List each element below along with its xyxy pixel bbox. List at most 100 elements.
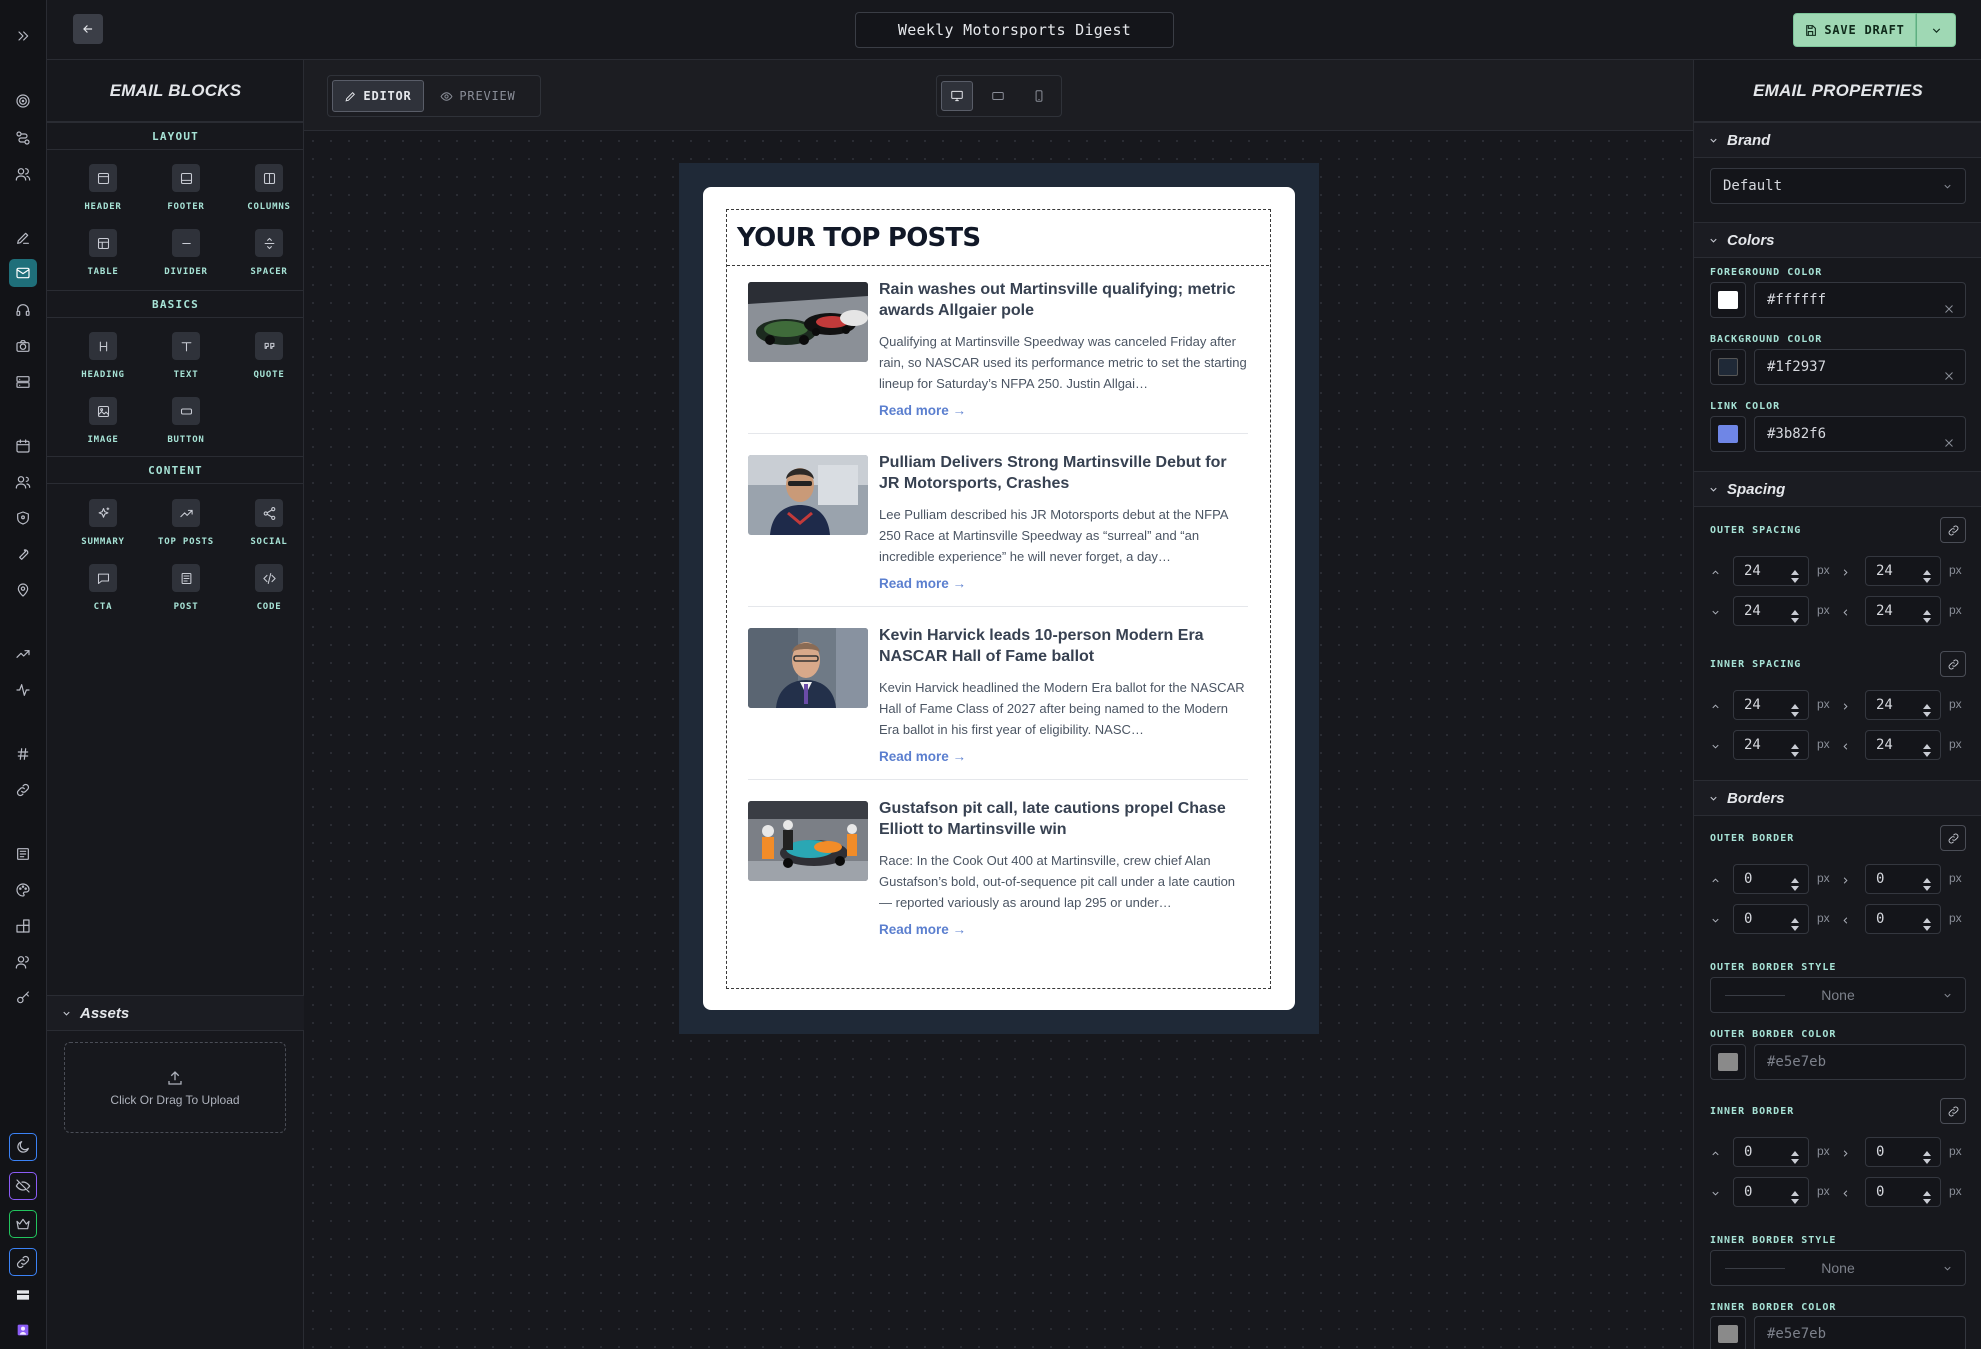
- outer-spacing-right[interactable]: 24: [1865, 556, 1941, 586]
- chain-icon[interactable]: [9, 1248, 37, 1276]
- back-button[interactable]: [73, 14, 103, 44]
- outer-border-color-input[interactable]: #e5e7eb: [1754, 1044, 1966, 1080]
- post-title[interactable]: Gustafson pit call, late cautions propel…: [879, 798, 1244, 840]
- block-post[interactable]: POST: [151, 564, 221, 624]
- clear-background-icon[interactable]: [1943, 361, 1955, 380]
- link-inner-spacing-button[interactable]: [1940, 651, 1966, 677]
- eye-off-icon[interactable]: [9, 1172, 37, 1200]
- chevrons-right-icon[interactable]: [9, 22, 37, 50]
- background-color-swatch[interactable]: [1710, 349, 1746, 385]
- block-button[interactable]: BUTTON: [151, 397, 221, 457]
- block-columns[interactable]: COLUMNS: [234, 164, 304, 224]
- read-more-link[interactable]: Read more →: [879, 922, 966, 937]
- top-posts-block[interactable]: YOUR TOP POSTS Rain washes out Martinsvi…: [726, 209, 1271, 989]
- editor-mode-button[interactable]: EDITOR: [332, 80, 424, 112]
- colors-section-toggle[interactable]: Colors: [1694, 222, 1981, 258]
- post-title[interactable]: Pulliam Delivers Strong Martinsville Deb…: [879, 452, 1244, 494]
- users-icon[interactable]: [9, 160, 37, 188]
- block-image[interactable]: IMAGE: [68, 397, 138, 457]
- block-quote[interactable]: QUOTE: [234, 332, 304, 392]
- block-table[interactable]: TABLE: [68, 229, 138, 289]
- blocks-icon[interactable]: [9, 912, 37, 940]
- outer-spacing-top[interactable]: 24: [1733, 556, 1809, 586]
- background-color-input[interactable]: #1f2937: [1754, 349, 1966, 385]
- link-inner-border-button[interactable]: [1940, 1098, 1966, 1124]
- inner-spacing-top[interactable]: 24: [1733, 690, 1809, 720]
- upload-dropzone[interactable]: Click Or Drag To Upload: [64, 1042, 286, 1133]
- inner-spacing-right[interactable]: 24: [1865, 690, 1941, 720]
- map-pin-icon[interactable]: [9, 576, 37, 604]
- outer-spacing-bottom[interactable]: 24: [1733, 596, 1809, 626]
- read-more-link[interactable]: Read more →: [879, 403, 966, 418]
- trending-up-icon[interactable]: [9, 640, 37, 668]
- inner-border-left[interactable]: 0: [1865, 1177, 1941, 1207]
- mobile-view-button[interactable]: [1023, 81, 1055, 111]
- email-outer-container[interactable]: YOUR TOP POSTS Rain washes out Martinsvi…: [679, 163, 1319, 1034]
- block-spacer[interactable]: SPACER: [234, 229, 304, 289]
- newspaper-icon[interactable]: [9, 840, 37, 868]
- brand-section-toggle[interactable]: Brand: [1694, 122, 1981, 158]
- palette-icon[interactable]: [9, 876, 37, 904]
- document-title-input[interactable]: Weekly Motorsports Digest: [855, 12, 1174, 48]
- inner-spacing-bottom[interactable]: 24: [1733, 730, 1809, 760]
- post-item[interactable]: Rain washes out Martinsville qualifying;…: [748, 270, 1248, 434]
- block-heading[interactable]: HEADING: [68, 332, 138, 392]
- crown-icon[interactable]: [9, 1210, 37, 1238]
- read-more-link[interactable]: Read more →: [879, 576, 966, 591]
- block-code[interactable]: CODE: [234, 564, 304, 624]
- inner-border-color-swatch[interactable]: [1710, 1316, 1746, 1349]
- inner-border-top[interactable]: 0: [1733, 1137, 1809, 1167]
- save-options-dropdown[interactable]: [1916, 13, 1956, 47]
- clear-link-icon[interactable]: [1943, 428, 1955, 447]
- link-outer-border-button[interactable]: [1940, 825, 1966, 851]
- post-title[interactable]: Rain washes out Martinsville qualifying;…: [879, 279, 1244, 321]
- hash-icon[interactable]: [9, 740, 37, 768]
- post-item[interactable]: Gustafson pit call, late cautions propel…: [748, 789, 1248, 953]
- save-draft-button[interactable]: SAVE DRAFT: [1793, 13, 1916, 47]
- key-icon[interactable]: [9, 984, 37, 1012]
- post-item[interactable]: Pulliam Delivers Strong Martinsville Deb…: [748, 443, 1248, 607]
- desktop-view-button[interactable]: [941, 81, 973, 111]
- outer-border-top[interactable]: 0: [1733, 864, 1809, 894]
- brand-select[interactable]: Default: [1710, 168, 1966, 204]
- outer-spacing-left[interactable]: 24: [1865, 596, 1941, 626]
- link-icon[interactable]: [9, 776, 37, 804]
- shield-icon[interactable]: [9, 504, 37, 532]
- target-icon[interactable]: [9, 87, 37, 115]
- moon-icon[interactable]: [9, 1133, 37, 1161]
- outer-border-bottom[interactable]: 0: [1733, 904, 1809, 934]
- outer-border-right[interactable]: 0: [1865, 864, 1941, 894]
- tablet-view-button[interactable]: [982, 81, 1014, 111]
- camera-icon[interactable]: [9, 332, 37, 360]
- block-text[interactable]: TEXT: [151, 332, 221, 392]
- link-color-swatch[interactable]: [1710, 416, 1746, 452]
- pen-icon[interactable]: [9, 224, 37, 252]
- block-header[interactable]: HEADER: [68, 164, 138, 224]
- foreground-color-swatch[interactable]: [1710, 282, 1746, 318]
- borders-section-toggle[interactable]: Borders: [1694, 780, 1981, 816]
- email-inner-container[interactable]: YOUR TOP POSTS Rain washes out Martinsvi…: [703, 187, 1295, 1010]
- block-top-posts[interactable]: TOP POSTS: [151, 499, 221, 559]
- read-more-link[interactable]: Read more →: [879, 749, 966, 764]
- headset-icon[interactable]: [9, 296, 37, 324]
- link-color-input[interactable]: #3b82f6: [1754, 416, 1966, 452]
- clear-foreground-icon[interactable]: [1943, 294, 1955, 313]
- preview-mode-button[interactable]: PREVIEW: [432, 80, 524, 112]
- calendar-icon[interactable]: [9, 432, 37, 460]
- outer-border-color-swatch[interactable]: [1710, 1044, 1746, 1080]
- wrench-icon[interactable]: [9, 540, 37, 568]
- post-item[interactable]: Kevin Harvick leads 10-person Modern Era…: [748, 616, 1248, 780]
- outer-border-style-select[interactable]: None: [1710, 977, 1966, 1013]
- block-divider[interactable]: DIVIDER: [151, 229, 221, 289]
- mail-icon[interactable]: [9, 259, 37, 287]
- inner-spacing-left[interactable]: 24: [1865, 730, 1941, 760]
- link-outer-spacing-button[interactable]: [1940, 517, 1966, 543]
- spacing-section-toggle[interactable]: Spacing: [1694, 471, 1981, 507]
- foreground-color-input[interactable]: #ffffff: [1754, 282, 1966, 318]
- top-posts-heading[interactable]: YOUR TOP POSTS: [727, 210, 1269, 266]
- block-footer[interactable]: FOOTER: [151, 164, 221, 224]
- outer-border-left[interactable]: 0: [1865, 904, 1941, 934]
- route-icon[interactable]: [9, 124, 37, 152]
- post-title[interactable]: Kevin Harvick leads 10-person Modern Era…: [879, 625, 1244, 667]
- inner-border-color-input[interactable]: #e5e7eb: [1754, 1316, 1966, 1349]
